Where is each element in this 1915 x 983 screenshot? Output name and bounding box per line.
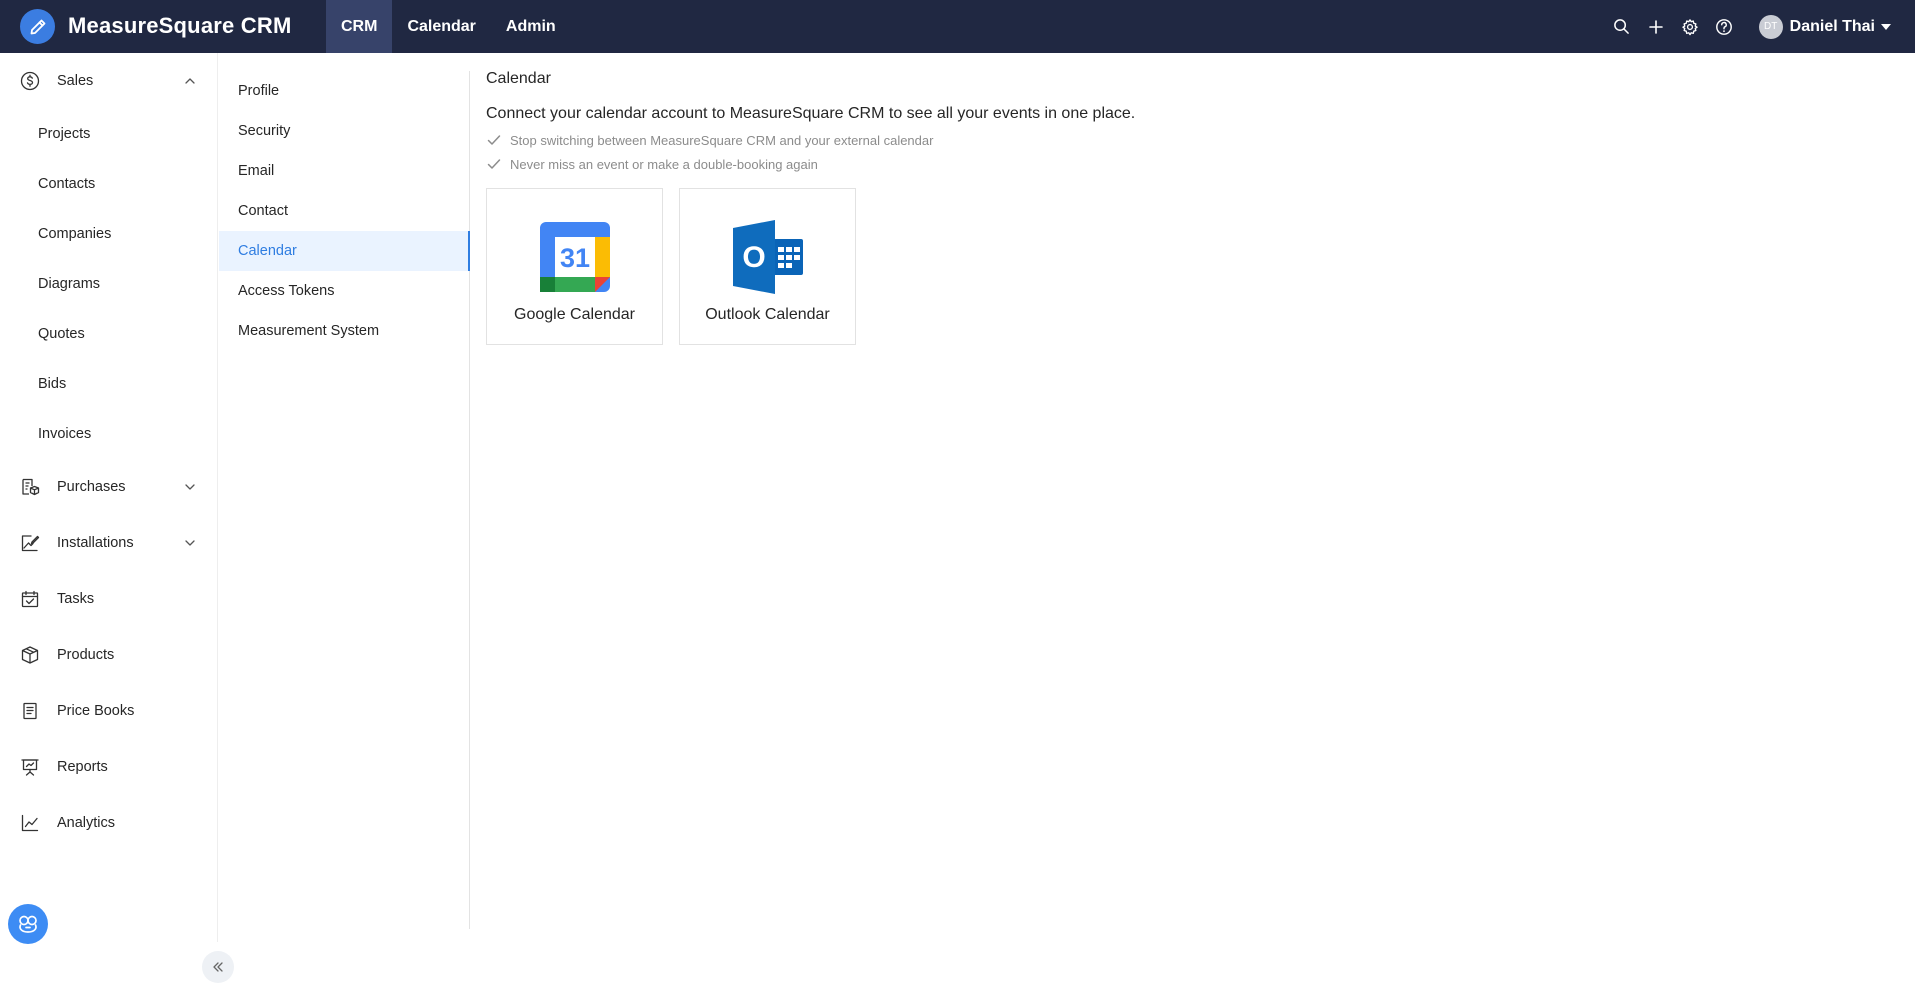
installations-icon xyxy=(18,531,42,555)
sidebar-item-contacts[interactable]: Contacts xyxy=(0,164,218,204)
box-icon xyxy=(18,643,42,667)
sidebar-item-label: Analytics xyxy=(57,815,116,831)
check-icon xyxy=(486,156,502,172)
book-icon xyxy=(18,699,42,723)
sidebar-item-label: Price Books xyxy=(57,703,135,719)
sidebar-item-invoices[interactable]: Invoices xyxy=(0,414,218,454)
tab-admin[interactable]: Admin xyxy=(491,0,571,53)
menu-item-calendar[interactable]: Calendar xyxy=(219,231,470,271)
benefit-text: Stop switching between MeasureSquare CRM… xyxy=(510,132,934,148)
user-name: Daniel Thai xyxy=(1789,17,1875,35)
tab-calendar[interactable]: Calendar xyxy=(392,0,490,53)
menu-item-profile[interactable]: Profile xyxy=(219,71,470,111)
menu-item-security[interactable]: Security xyxy=(219,111,470,151)
sidebar-item-label: Purchases xyxy=(57,479,126,495)
assistant-bot-button[interactable] xyxy=(8,904,48,944)
sidebar-item-label: Sales xyxy=(57,73,94,89)
page-title: Calendar xyxy=(486,70,551,87)
sidebar-item-reports[interactable]: Reports xyxy=(0,747,218,787)
benefit-item: Never miss an event or make a double-boo… xyxy=(486,156,818,172)
card-label: Outlook Calendar xyxy=(705,306,830,323)
chevron-down-icon xyxy=(183,480,197,494)
menu-item-contact[interactable]: Contact xyxy=(219,191,470,231)
sidebar-item-installations[interactable]: Installations xyxy=(0,523,218,563)
purchases-icon xyxy=(18,475,42,499)
benefit-text: Never miss an event or make a double-boo… xyxy=(510,156,818,172)
app-logo-icon[interactable] xyxy=(20,9,55,44)
chart-icon xyxy=(18,811,42,835)
benefit-item: Stop switching between MeasureSquare CRM… xyxy=(486,132,933,148)
app-name[interactable]: MeasureSquare CRM xyxy=(68,13,291,39)
google-calendar-card[interactable]: 31 Google Calendar xyxy=(486,188,663,345)
sidebar-item-bids[interactable]: Bids xyxy=(0,364,218,404)
gear-icon[interactable] xyxy=(1673,10,1707,44)
sidebar-item-tasks[interactable]: Tasks xyxy=(0,579,218,619)
sidebar-item-projects[interactable]: Projects xyxy=(0,114,218,154)
menu-item-measurement-system[interactable]: Measurement System xyxy=(219,311,470,351)
sidebar-item-purchases[interactable]: Purchases xyxy=(0,467,218,507)
top-actions: DT Daniel Thai xyxy=(1605,0,1915,53)
avatar: DT xyxy=(1758,14,1783,39)
sidebar-item-companies[interactable]: Companies xyxy=(0,214,218,254)
outlook-icon: O xyxy=(732,220,803,294)
search-icon[interactable] xyxy=(1605,10,1639,44)
help-icon[interactable] xyxy=(1707,10,1741,44)
menu-item-email[interactable]: Email xyxy=(219,151,470,191)
tab-crm[interactable]: CRM xyxy=(326,0,393,53)
sidebar-item-label: Installations xyxy=(57,535,134,551)
presentation-icon xyxy=(18,755,42,779)
top-nav: CRM Calendar Admin xyxy=(326,0,571,53)
calendar-day-number: 31 xyxy=(559,243,589,273)
sidebar-item-products[interactable]: Products xyxy=(0,635,218,675)
sidebar-item-diagrams[interactable]: Diagrams xyxy=(0,264,218,304)
caret-down-icon xyxy=(1881,23,1891,30)
user-menu[interactable]: DT Daniel Thai xyxy=(1758,14,1891,39)
sidebar: Sales Projects Contacts Companies Diagra… xyxy=(0,53,234,983)
sidebar-item-label: Products xyxy=(57,647,115,663)
sidebar-item-price-books[interactable]: Price Books xyxy=(0,691,218,731)
menu-item-access-tokens[interactable]: Access Tokens xyxy=(219,271,470,311)
sidebar-item-label: Tasks xyxy=(57,591,95,607)
top-bar: MeasureSquare CRM CRM Calendar Admin DT … xyxy=(0,0,1915,53)
sidebar-item-quotes[interactable]: Quotes xyxy=(0,314,218,354)
tasks-icon xyxy=(18,587,42,611)
chevron-up-icon xyxy=(183,74,197,88)
sidebar-item-sales[interactable]: Sales xyxy=(0,61,218,101)
sidebar-item-label: Reports xyxy=(57,759,108,775)
settings-menu: Profile Security Email Contact Calendar … xyxy=(219,71,470,929)
google-calendar-icon: 31 xyxy=(539,222,610,292)
plus-icon[interactable] xyxy=(1639,10,1673,44)
card-label: Google Calendar xyxy=(514,306,635,323)
outlook-letter: O xyxy=(742,241,765,274)
outlook-calendar-card[interactable]: O Outlook Calendar xyxy=(679,188,856,345)
check-icon xyxy=(486,132,502,148)
intro-text: Connect your calendar account to Measure… xyxy=(486,105,1136,122)
dollar-icon xyxy=(18,69,42,93)
sidebar-item-analytics[interactable]: Analytics xyxy=(0,803,218,843)
collapse-sidebar-icon[interactable] xyxy=(202,951,234,983)
chevron-down-icon xyxy=(183,536,197,550)
